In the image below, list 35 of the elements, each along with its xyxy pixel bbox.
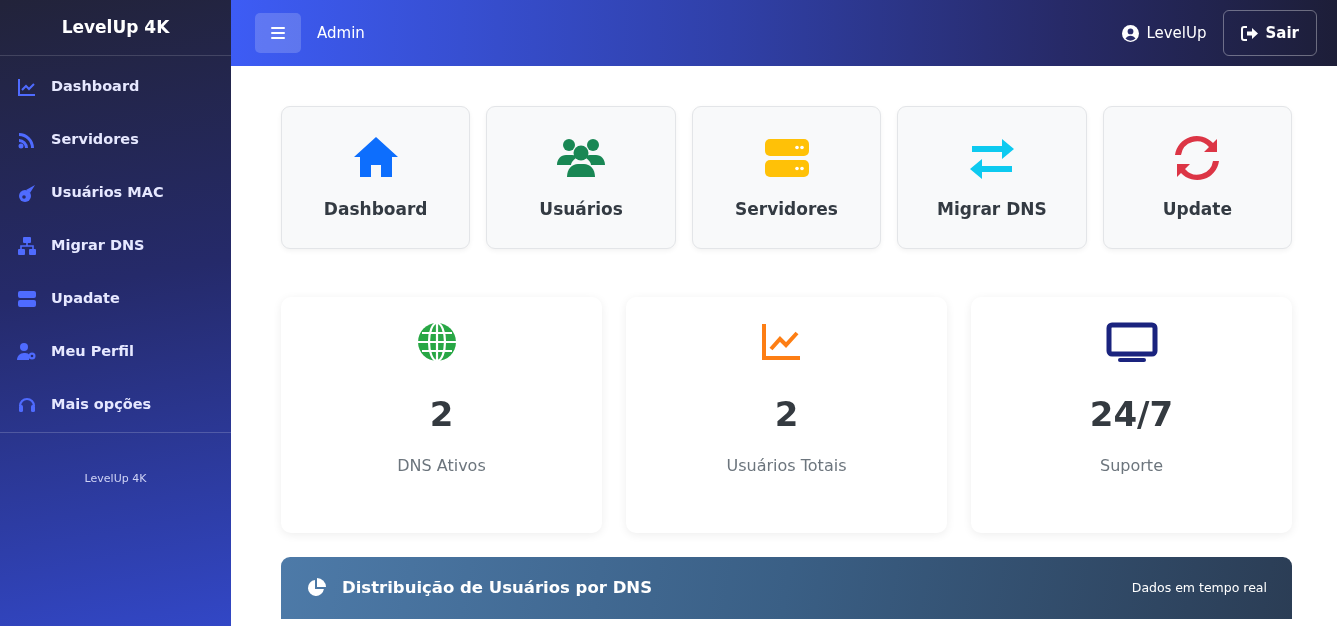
logout-button[interactable]: Sair [1222, 10, 1317, 56]
user-cog-icon [17, 341, 37, 362]
shortcut-card[interactable]: Dashboard [281, 106, 471, 249]
chart-panel-title: Distribuição de Usuários por DNS [342, 576, 653, 599]
chart-line-icon [17, 76, 37, 97]
sidebar-item[interactable]: Usuários MAC [0, 166, 231, 219]
sidebar-item[interactable]: Servidores [0, 113, 231, 166]
menu-icon [271, 27, 285, 39]
stat-value: 24/7 [1089, 393, 1174, 436]
server-icon [17, 288, 37, 309]
sidebar-item[interactable]: Dashboard [0, 60, 231, 113]
meteor-icon [17, 182, 37, 203]
user-icon [1122, 24, 1140, 42]
stat-value: 2 [429, 393, 454, 436]
pie-chart-icon [306, 578, 326, 598]
shortcut-card[interactable]: Servidores [691, 106, 882, 249]
stat-label: Usuários Totais [726, 455, 847, 477]
menu-button[interactable] [255, 13, 301, 53]
network-icon [17, 235, 37, 256]
logout-icon [1240, 25, 1258, 41]
sidebar-brand: LevelUp 4K [61, 15, 170, 39]
stat-value: 2 [774, 393, 799, 436]
user-name: LevelUp [1146, 22, 1207, 44]
chart-panel-note: Dados em tempo real [1131, 578, 1267, 597]
sidebar-item[interactable]: Upadate [0, 272, 231, 325]
shortcut-card[interactable]: Update [1102, 106, 1293, 249]
page-title: Admin [317, 22, 365, 44]
stat-label: DNS Ativos [397, 455, 486, 477]
shortcut-card[interactable]: Usuários [486, 106, 676, 249]
stat-label: Suporte [1100, 455, 1163, 477]
sidebar-item[interactable]: Migrar DNS [0, 219, 231, 272]
sidebar-footer-text: LevelUp 4K [84, 471, 147, 487]
shortcut-card[interactable]: Migrar DNS [897, 106, 1087, 249]
sidebar-item[interactable]: Meu Perfil [0, 325, 231, 378]
sidebar-item[interactable]: Mais opções [0, 378, 231, 431]
